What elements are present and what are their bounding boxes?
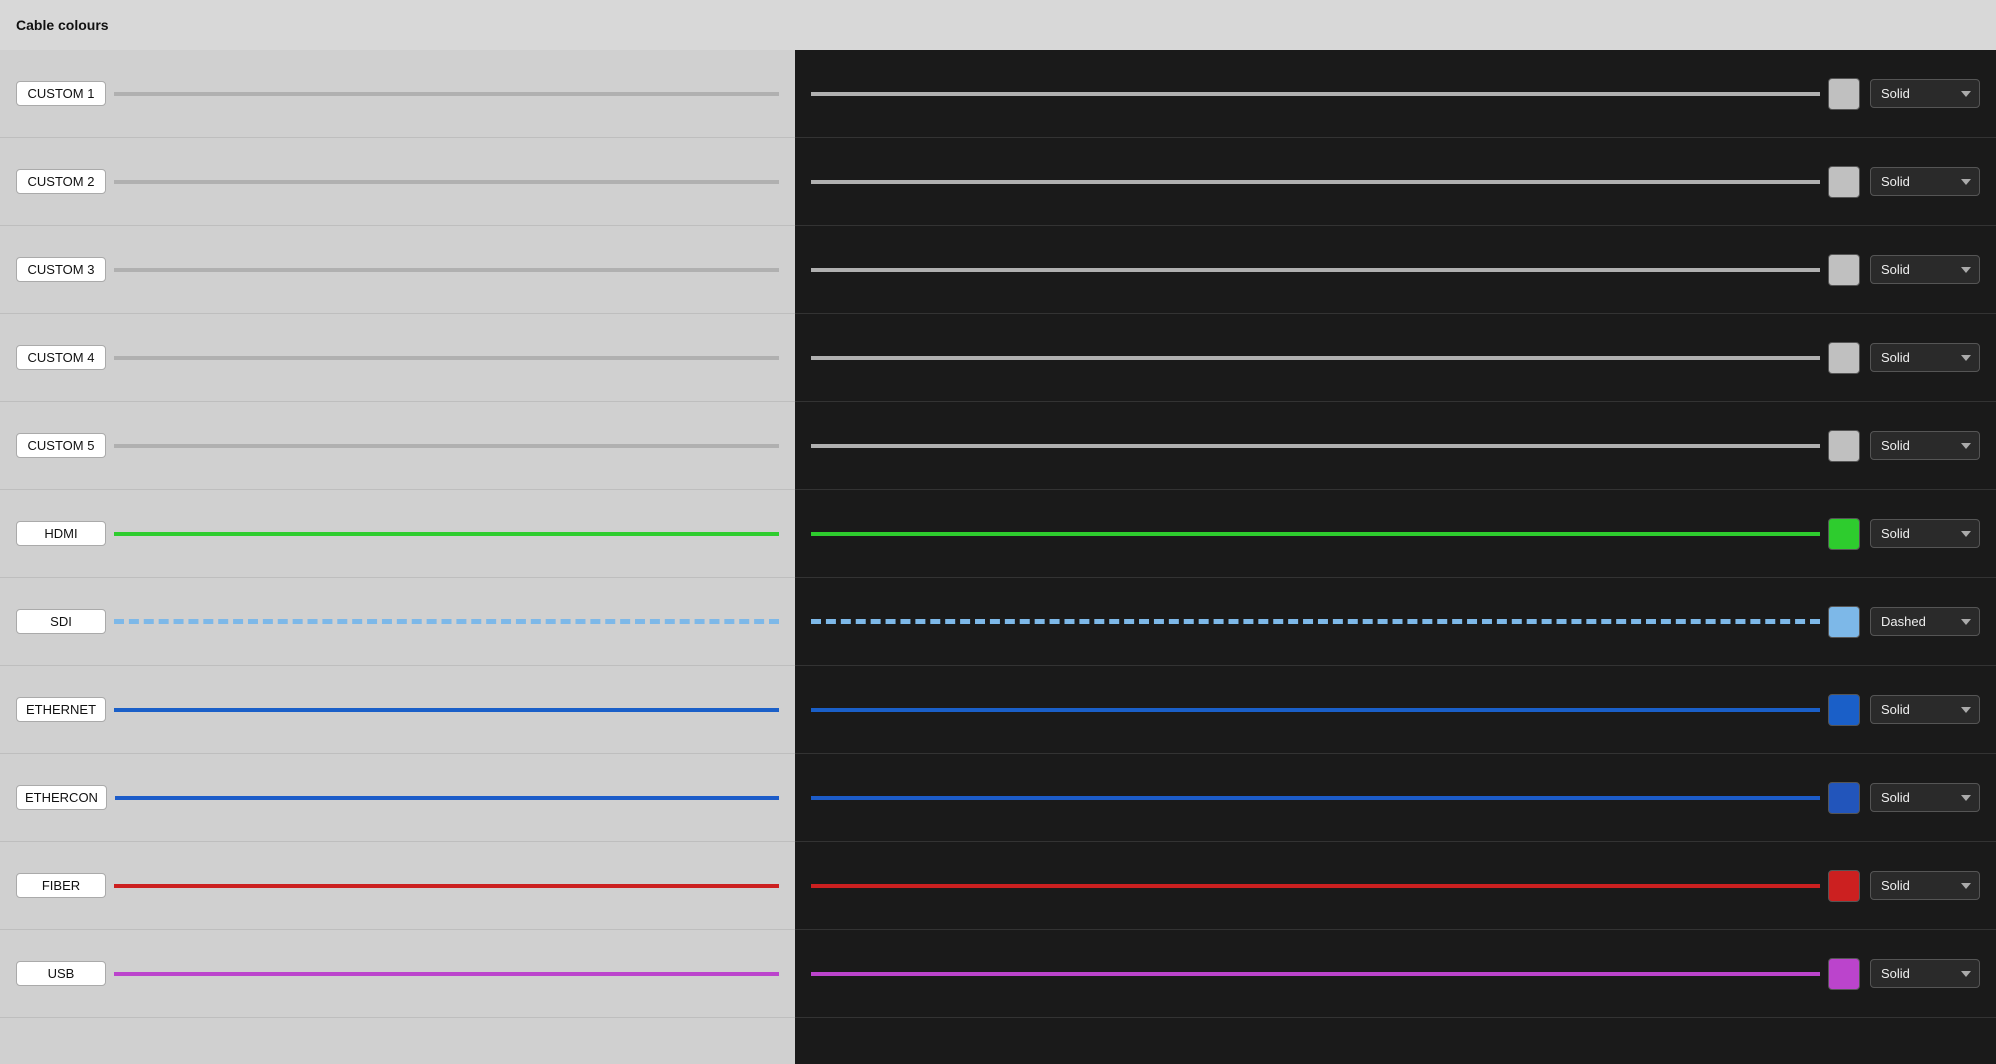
left-row-custom3: CUSTOM 3	[0, 226, 795, 314]
style-select-custom4[interactable]: SolidDashedDotted	[1870, 343, 1980, 372]
cable-label-ethercon: ETHERCON	[16, 785, 107, 810]
style-select-ethernet[interactable]: SolidDashedDotted	[1870, 695, 1980, 724]
right-row-custom2: SolidDashedDotted	[795, 138, 1996, 226]
right-row-custom4: SolidDashedDotted	[795, 314, 1996, 402]
color-swatch-ethernet[interactable]	[1828, 694, 1860, 726]
cable-line-right-ethercon	[811, 796, 1820, 800]
left-row-usb: USB	[0, 930, 795, 1018]
left-row-hdmi: HDMI	[0, 490, 795, 578]
color-swatch-ethercon[interactable]	[1828, 782, 1860, 814]
left-row-sdi: SDI	[0, 578, 795, 666]
color-swatch-hdmi[interactable]	[1828, 518, 1860, 550]
style-select-ethercon[interactable]: SolidDashedDotted	[1870, 783, 1980, 812]
style-select-custom2[interactable]: SolidDashedDotted	[1870, 167, 1980, 196]
cable-line-right-usb	[811, 972, 1820, 976]
color-swatch-custom1[interactable]	[1828, 78, 1860, 110]
color-swatch-custom5[interactable]	[1828, 430, 1860, 462]
color-swatch-custom3[interactable]	[1828, 254, 1860, 286]
cable-line-right-ethernet	[811, 708, 1820, 712]
right-row-fiber: SolidDashedDotted	[795, 842, 1996, 930]
style-select-custom3[interactable]: SolidDashedDotted	[1870, 255, 1980, 284]
cable-label-custom4: CUSTOM 4	[16, 345, 106, 370]
cable-line-right-hdmi	[811, 532, 1820, 536]
right-row-custom3: SolidDashedDotted	[795, 226, 1996, 314]
right-row-ethercon: SolidDashedDotted	[795, 754, 1996, 842]
right-row-custom1: SolidDashedDotted	[795, 50, 1996, 138]
cable-line-right-custom2	[811, 180, 1820, 184]
left-row-custom2: CUSTOM 2	[0, 138, 795, 226]
right-row-usb: SolidDashedDotted	[795, 930, 1996, 1018]
cable-line-right-fiber	[811, 884, 1820, 888]
right-row-hdmi: SolidDashedDotted	[795, 490, 1996, 578]
cable-label-fiber: FIBER	[16, 873, 106, 898]
left-row-ethercon: ETHERCON	[0, 754, 795, 842]
title-bar: Cable colours	[0, 0, 1996, 50]
cable-label-custom1: CUSTOM 1	[16, 81, 106, 106]
cable-line-left-custom1	[114, 92, 779, 96]
left-panel: CUSTOM 1 CUSTOM 2 CUSTOM 3 CUSTOM 4 CUSTOM 5…	[0, 50, 795, 1064]
cable-line-left-hdmi	[114, 532, 779, 536]
right-panel: SolidDashedDotted SolidDashedDotted SolidD…	[795, 50, 1996, 1064]
cable-line-left-ethercon	[115, 796, 779, 800]
cable-label-custom5: CUSTOM 5	[16, 433, 106, 458]
page-title: Cable colours	[16, 17, 109, 33]
main-content: CUSTOM 1 CUSTOM 2 CUSTOM 3 CUSTOM 4 CUSTOM 5…	[0, 50, 1996, 1064]
cable-label-sdi: SDI	[16, 609, 106, 634]
cable-line-left-custom5	[114, 444, 779, 448]
cable-line-right-custom3	[811, 268, 1820, 272]
cable-label-custom2: CUSTOM 2	[16, 169, 106, 194]
left-row-custom5: CUSTOM 5	[0, 402, 795, 490]
right-row-sdi: SolidDashedDotted	[795, 578, 1996, 666]
left-row-ethernet: ETHERNET	[0, 666, 795, 754]
cable-line-right-custom4	[811, 356, 1820, 360]
style-select-custom5[interactable]: SolidDashedDotted	[1870, 431, 1980, 460]
cable-line-left-usb	[114, 972, 779, 976]
left-row-fiber: FIBER	[0, 842, 795, 930]
cable-label-ethernet: ETHERNET	[16, 697, 106, 722]
cable-line-left-fiber	[114, 884, 779, 888]
color-swatch-custom2[interactable]	[1828, 166, 1860, 198]
cable-label-hdmi: HDMI	[16, 521, 106, 546]
right-row-custom5: SolidDashedDotted	[795, 402, 1996, 490]
cable-line-left-custom4	[114, 356, 779, 360]
cable-label-custom3: CUSTOM 3	[16, 257, 106, 282]
style-select-hdmi[interactable]: SolidDashedDotted	[1870, 519, 1980, 548]
color-swatch-usb[interactable]	[1828, 958, 1860, 990]
color-swatch-fiber[interactable]	[1828, 870, 1860, 902]
cable-line-right-sdi	[811, 619, 1820, 624]
style-select-custom1[interactable]: SolidDashedDotted	[1870, 79, 1980, 108]
style-select-sdi[interactable]: SolidDashedDotted	[1870, 607, 1980, 636]
left-row-custom1: CUSTOM 1	[0, 50, 795, 138]
style-select-usb[interactable]: SolidDashedDotted	[1870, 959, 1980, 988]
cable-line-left-sdi	[114, 619, 779, 624]
cable-line-right-custom5	[811, 444, 1820, 448]
cable-line-left-ethernet	[114, 708, 779, 712]
left-row-custom4: CUSTOM 4	[0, 314, 795, 402]
cable-label-usb: USB	[16, 961, 106, 986]
color-swatch-sdi[interactable]	[1828, 606, 1860, 638]
right-row-ethernet: SolidDashedDotted	[795, 666, 1996, 754]
cable-line-right-custom1	[811, 92, 1820, 96]
color-swatch-custom4[interactable]	[1828, 342, 1860, 374]
cable-line-left-custom2	[114, 180, 779, 184]
cable-line-left-custom3	[114, 268, 779, 272]
style-select-fiber[interactable]: SolidDashedDotted	[1870, 871, 1980, 900]
